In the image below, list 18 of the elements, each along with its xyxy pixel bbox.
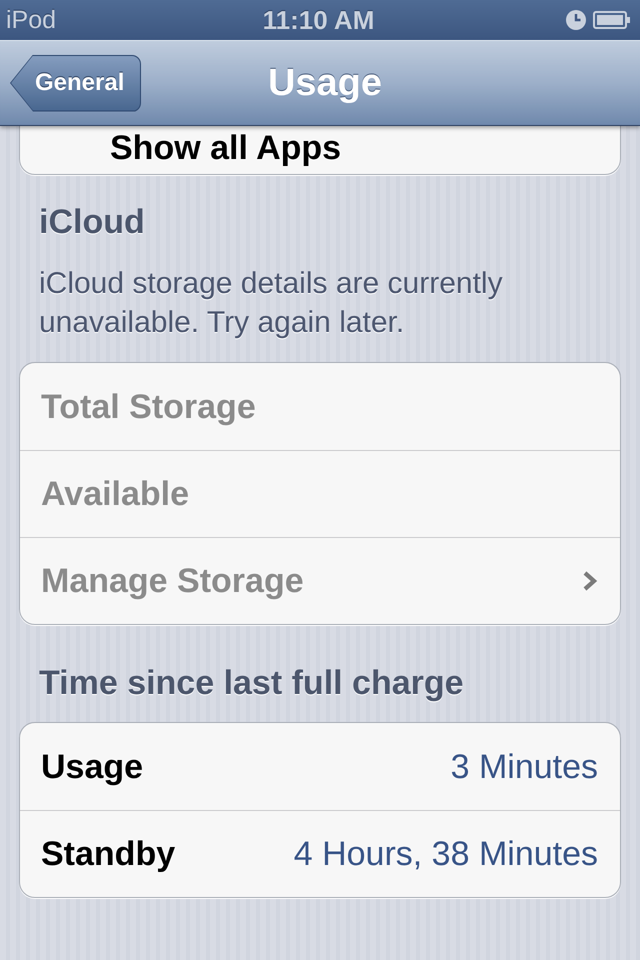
setting-label: Usage xyxy=(41,746,144,786)
setting-label: Total Storage xyxy=(41,386,256,426)
clock-icon xyxy=(566,10,586,30)
section-note: iCloud storage details are currently unavailable. Try again later. xyxy=(39,266,504,341)
device-name: iPod xyxy=(6,6,56,34)
setting-label: Standby xyxy=(41,834,176,874)
setting-value: 4 Hours, 38 Minutes xyxy=(294,834,598,874)
back-button[interactable]: General xyxy=(10,54,142,112)
setting-label: Show all Apps xyxy=(110,128,342,168)
battery-icon xyxy=(593,11,631,29)
section-header: Time since last full charge xyxy=(39,664,465,702)
setting-label: Manage Storage xyxy=(41,561,304,601)
page-title: Usage xyxy=(268,62,382,104)
section-header: iCloud xyxy=(39,203,146,241)
setting-label: Available xyxy=(41,474,190,514)
chevron-right-icon xyxy=(582,570,598,592)
setting-value: 3 Minutes xyxy=(450,746,598,786)
status-time: 11:10 AM xyxy=(262,4,374,36)
